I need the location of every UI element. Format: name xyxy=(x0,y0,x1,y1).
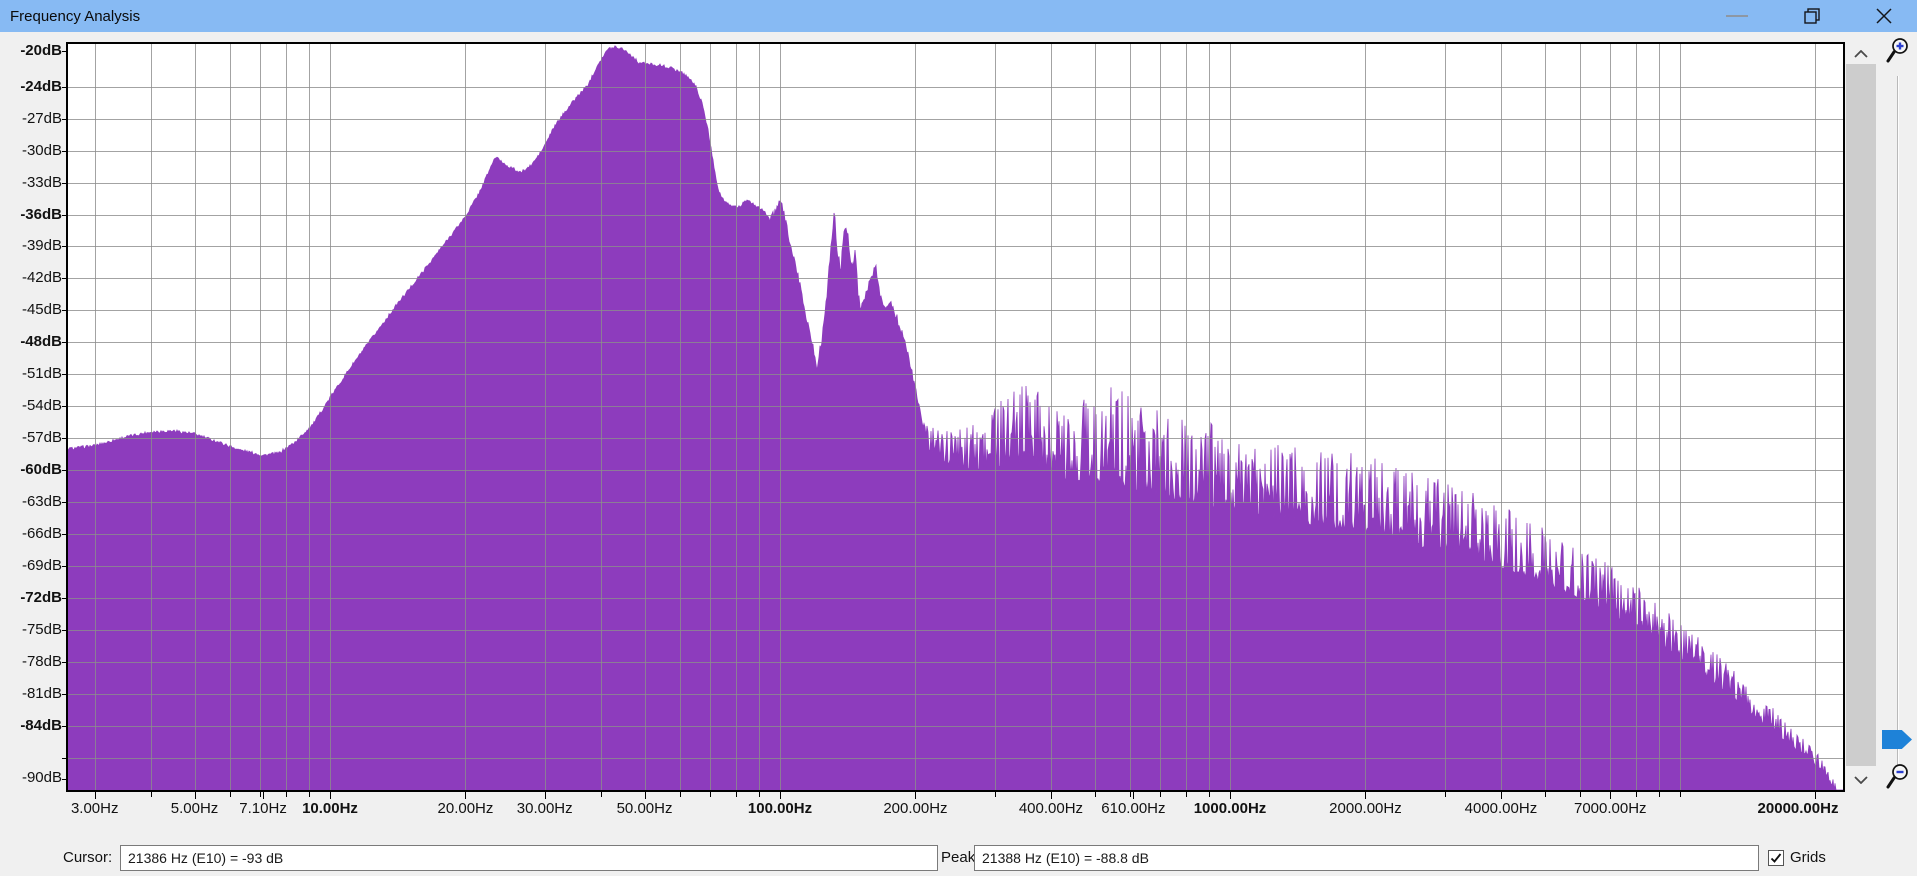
x-axis-label: 100.00Hz xyxy=(747,800,813,817)
x-axis-label: 400.00Hz xyxy=(1018,800,1084,817)
scroll-up-button[interactable] xyxy=(1846,44,1876,64)
x-axis-label: 20000.00Hz xyxy=(1757,800,1839,817)
x-axis-label: 30.00Hz xyxy=(516,800,573,817)
y-axis-label: -54dB xyxy=(21,397,62,415)
y-axis-label: -39dB xyxy=(21,237,62,255)
y-axis-label: -84dB xyxy=(20,717,62,735)
y-axis-label: -66dB xyxy=(21,525,62,543)
zoom-out-icon xyxy=(1886,764,1908,789)
y-axis-label: -60dB xyxy=(20,461,62,479)
y-axis-label: -42dB xyxy=(21,269,62,287)
y-axis-label: -81dB xyxy=(21,685,62,703)
x-axis-label: 3.00Hz xyxy=(70,800,119,817)
zoom-slider-track[interactable] xyxy=(1897,76,1899,776)
y-axis-label: -72dB xyxy=(20,589,62,607)
zoom-out-button[interactable] xyxy=(1884,762,1914,794)
scrollbar-thumb[interactable] xyxy=(1846,64,1876,766)
y-axis-label: -33dB xyxy=(21,173,62,191)
y-axis-label: -20dB xyxy=(20,42,62,59)
y-axis-label: -78dB xyxy=(21,653,62,671)
x-axis-label: 4000.00Hz xyxy=(1464,800,1538,817)
x-axis-label: 1000.00Hz xyxy=(1193,800,1267,817)
y-axis-label: -51dB xyxy=(21,365,62,383)
scroll-down-button[interactable] xyxy=(1846,770,1876,790)
x-axis-label: 5.00Hz xyxy=(170,800,219,817)
x-axis-label: 2000.00Hz xyxy=(1329,800,1402,817)
cursor-label: Cursor: xyxy=(63,849,113,866)
zoom-in-icon xyxy=(1886,38,1908,63)
grids-label: Grids xyxy=(1790,849,1826,866)
checkmark-icon xyxy=(1770,853,1782,863)
y-axis-label: -24dB xyxy=(20,77,62,95)
y-axis-label: -75dB xyxy=(21,621,62,639)
y-axis-label: -27dB xyxy=(21,109,62,127)
grids-checkbox[interactable] xyxy=(1768,850,1784,866)
status-bar: Cursor: 21386 Hz (E10) = -93 dB Peak: 21… xyxy=(0,845,1917,872)
y-axis-label: -36dB xyxy=(20,205,62,223)
x-axis-label: 7.10Hz xyxy=(239,800,287,817)
y-axis-label: -90dB xyxy=(21,769,62,786)
y-axis-label: -69dB xyxy=(21,557,62,575)
y-axis-label: -45dB xyxy=(21,301,62,319)
x-axis-label: 20.00Hz xyxy=(437,800,494,817)
chevron-up-icon xyxy=(1854,50,1868,58)
x-axis-label: 610.00Hz xyxy=(1101,800,1166,817)
y-axis-label: -63dB xyxy=(21,493,62,511)
zoom-slider-column xyxy=(1882,36,1916,796)
peak-value-box[interactable]: 21388 Hz (E10) = -88.8 dB xyxy=(974,845,1759,871)
x-axis-label: 50.00Hz xyxy=(616,800,673,817)
zoom-in-button[interactable] xyxy=(1884,36,1914,68)
vertical-scrollbar[interactable] xyxy=(1846,44,1876,790)
y-axis-label: -30dB xyxy=(21,141,62,159)
y-axis-label: -48dB xyxy=(20,333,62,351)
y-axis-label: -57dB xyxy=(21,429,62,447)
zoom-slider-thumb[interactable] xyxy=(1882,730,1912,749)
x-axis-label: 7000.00Hz xyxy=(1574,800,1647,817)
frequency-analysis-window: Frequency Analysis -20dB -24dB -27dB -30dB -… xyxy=(0,0,1917,876)
spectrum-plot[interactable] xyxy=(0,0,1917,876)
x-axis-label: 10.00Hz xyxy=(302,800,358,817)
x-axis-label: 200.00Hz xyxy=(883,800,948,817)
chevron-down-icon xyxy=(1854,776,1868,784)
cursor-value-box[interactable]: 21386 Hz (E10) = -93 dB xyxy=(120,845,938,871)
